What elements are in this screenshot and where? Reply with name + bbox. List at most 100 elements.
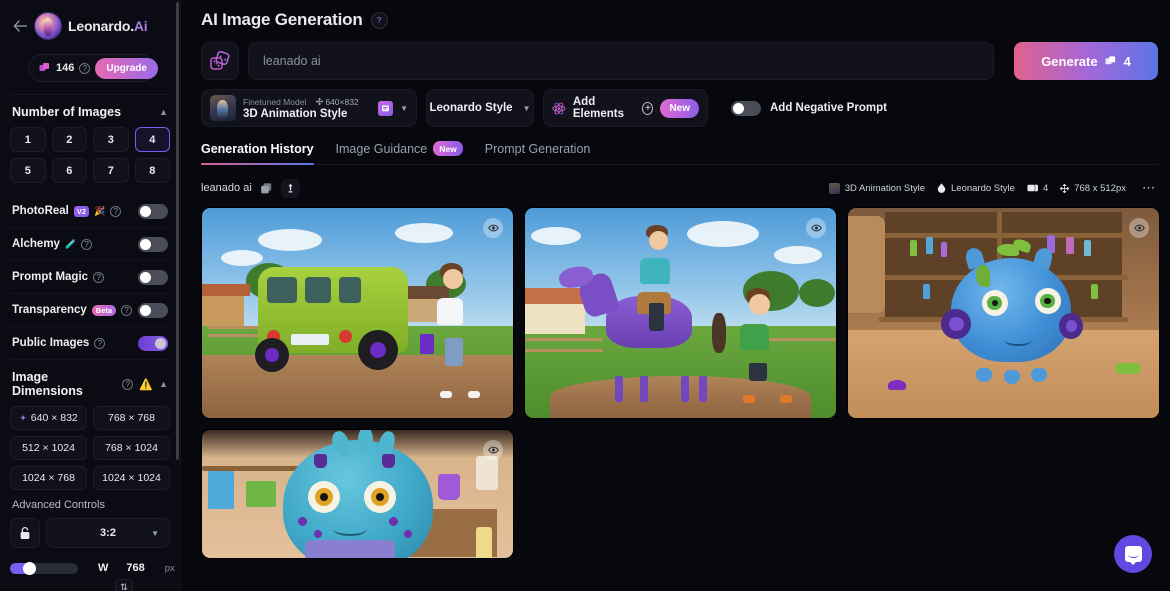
- photoreal-help-icon[interactable]: ?: [110, 205, 122, 217]
- upgrade-button[interactable]: Upgrade: [95, 57, 158, 79]
- model-dimensions: 640×832: [316, 97, 359, 107]
- generation-history-gallery: leanado ai 3D Animation Style Leonardo S…: [181, 165, 1170, 559]
- generation-prompt-text: leanado ai: [201, 182, 252, 194]
- width-slider-row: W 768 px ⇅: [10, 548, 175, 591]
- width-value[interactable]: 768: [126, 562, 144, 574]
- transparency-label: Transparency: [12, 304, 87, 316]
- aspect-ratio-row: 3:2 ▼: [10, 518, 170, 548]
- leonardo-logo-icon[interactable]: [34, 12, 62, 40]
- transparency-help-icon[interactable]: ?: [121, 304, 133, 316]
- num-images-3[interactable]: 3: [93, 127, 129, 152]
- width-slider[interactable]: [10, 561, 78, 575]
- tab-generation-history[interactable]: Generation History: [201, 142, 314, 165]
- dim-option-1024x1024[interactable]: 1024 × 1024: [93, 466, 170, 490]
- brand-name: Leonardo: [68, 18, 131, 34]
- prompt-magic-toggle[interactable]: [138, 269, 168, 285]
- star-icon: ✦: [19, 412, 27, 423]
- image-dimensions-help-icon[interactable]: ?: [122, 378, 134, 390]
- style-selector[interactable]: Leonardo Style ▼: [426, 89, 534, 127]
- model-name: 3D Animation Style: [243, 107, 348, 120]
- aspect-ratio-select[interactable]: 3:2 ▼: [46, 518, 170, 548]
- dim-label-0: 640 × 832: [30, 412, 78, 424]
- num-images-2[interactable]: 2: [51, 127, 87, 152]
- alchemy-label: Alchemy: [12, 238, 60, 250]
- support-chat-button[interactable]: [1114, 535, 1152, 573]
- num-images-7[interactable]: 7: [93, 158, 129, 183]
- preview-eye-icon-3[interactable]: [1129, 218, 1149, 238]
- add-elements-button[interactable]: Add Elements + New: [543, 89, 708, 127]
- num-images-5[interactable]: 5: [10, 158, 46, 183]
- dim-option-640x832[interactable]: ✦ 640 × 832: [10, 406, 87, 430]
- dim-option-512x1024[interactable]: 512 × 1024: [10, 436, 87, 460]
- model-selector[interactable]: Finetuned Model 640×832 3D Animation Sty…: [201, 89, 417, 127]
- dim-option-768x768[interactable]: 768 × 768: [93, 406, 170, 430]
- dim-option-1024x768[interactable]: 1024 × 768: [10, 466, 87, 490]
- page-title-row: AI Image Generation ?: [201, 10, 1158, 30]
- unlock-icon[interactable]: [10, 518, 40, 548]
- number-of-images-header[interactable]: Number of Images ▲: [10, 95, 170, 127]
- alchemy-help-icon[interactable]: ?: [81, 238, 93, 250]
- chevron-down-icon-style: ▼: [522, 103, 531, 113]
- sidebar-scrollbar[interactable]: [176, 2, 179, 460]
- photoreal-toggle[interactable]: [138, 203, 168, 219]
- tab-image-guidance[interactable]: Image Guidance New: [336, 141, 463, 165]
- credits-pill[interactable]: 146 ? Upgrade: [28, 54, 158, 82]
- plus-icon[interactable]: +: [642, 101, 654, 115]
- num-images-6[interactable]: 6: [51, 158, 87, 183]
- image-grid: [201, 207, 1160, 559]
- slider-handle[interactable]: [23, 561, 36, 575]
- photoreal-label: PhotoReal: [12, 205, 69, 217]
- model-top-line: Finetuned Model 640×832: [243, 97, 359, 107]
- generated-image-2[interactable]: [524, 207, 837, 419]
- generate-button[interactable]: Generate 4: [1014, 42, 1158, 80]
- negative-prompt-toggle[interactable]: [731, 100, 761, 116]
- photoreal-version-badge: V2: [73, 205, 90, 217]
- generated-image-4[interactable]: [201, 429, 514, 559]
- generation-header: leanado ai 3D Animation Style Leonardo S…: [201, 177, 1160, 199]
- public-images-help-icon[interactable]: ?: [94, 337, 106, 349]
- transparency-toggle[interactable]: [138, 302, 168, 318]
- public-images-label: Public Images: [12, 337, 90, 349]
- preview-eye-icon-1[interactable]: [483, 218, 503, 238]
- brand-row: Leonardo.Ai: [10, 0, 170, 48]
- chevron-up-icon-dimensions[interactable]: ▲: [159, 379, 168, 389]
- dice-icon[interactable]: [201, 42, 239, 80]
- app-root: Leonardo.Ai 146 ? Upgrade Number of Imag…: [0, 0, 1170, 591]
- public-images-toggle[interactable]: [138, 335, 168, 351]
- back-arrow-icon[interactable]: [12, 18, 28, 34]
- more-dots-icon[interactable]: ⋯: [1138, 178, 1160, 198]
- number-of-images-title: Number of Images: [12, 105, 122, 119]
- token-icon-generate: [1105, 56, 1115, 65]
- meta-model-thumb-icon: [828, 182, 840, 194]
- dim-option-768x1024[interactable]: 768 × 1024: [93, 436, 170, 460]
- num-images-1[interactable]: 1: [10, 127, 46, 152]
- tab-image-guidance-label: Image Guidance: [335, 141, 428, 156]
- page-title: AI Image Generation: [201, 10, 363, 29]
- alchemy-toggle[interactable]: [138, 236, 168, 252]
- swap-arrows-icon[interactable]: ⇅: [115, 579, 133, 591]
- chat-bubble-icon: [1124, 546, 1142, 565]
- credits-count: 146: [56, 62, 75, 74]
- generated-image-1[interactable]: [201, 207, 514, 419]
- copy-icon[interactable]: [260, 182, 273, 195]
- note-icon[interactable]: [378, 100, 394, 116]
- tab-bar: Generation History Image Guidance New Pr…: [201, 141, 1158, 165]
- chevron-up-icon[interactable]: ▲: [159, 107, 168, 117]
- num-images-4[interactable]: 4: [134, 127, 170, 152]
- toggle-row-prompt-magic: Prompt Magic ?: [10, 261, 170, 294]
- image-dimensions-header[interactable]: Image Dimensions ? ⚠️ ▲: [10, 360, 170, 406]
- num-images-8[interactable]: 8: [134, 158, 170, 183]
- prompt-magic-help-icon[interactable]: ?: [93, 271, 105, 283]
- preview-eye-icon-4[interactable]: [483, 440, 503, 460]
- tab-prompt-generation[interactable]: Prompt Generation: [485, 142, 591, 165]
- brand-title: Leonardo.Ai: [68, 18, 148, 34]
- chevron-down-icon-model[interactable]: ▼: [400, 104, 408, 113]
- page-title-help-icon[interactable]: ?: [370, 11, 388, 29]
- credits-help-icon[interactable]: ?: [79, 62, 91, 74]
- generation-metadata: 3D Animation Style Leonardo Style 4 768 …: [828, 178, 1160, 198]
- generated-image-3[interactable]: [847, 207, 1160, 419]
- prompt-input[interactable]: [248, 42, 994, 80]
- preview-eye-icon-2[interactable]: [806, 218, 826, 238]
- pin-icon[interactable]: [280, 178, 300, 198]
- meta-model-text: 3D Animation Style: [844, 182, 926, 194]
